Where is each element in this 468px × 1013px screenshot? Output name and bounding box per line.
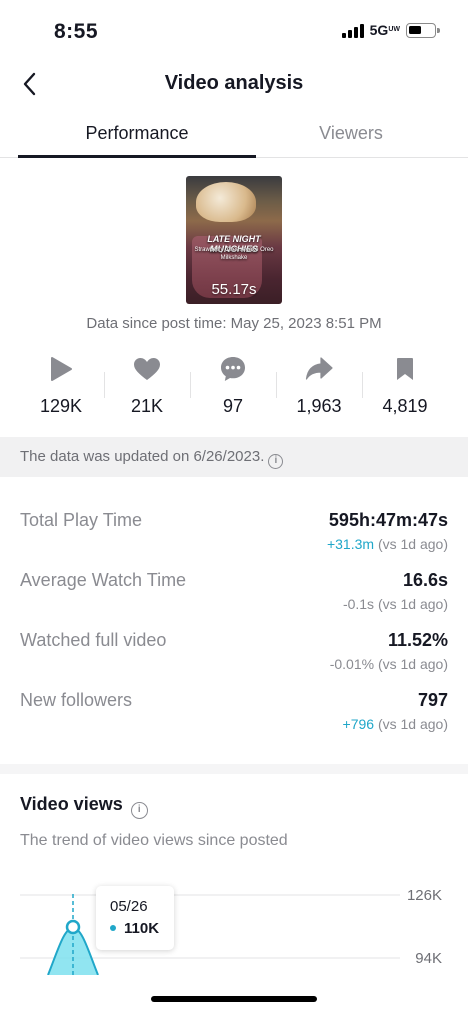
thumbnail-overlay-subtitle: Strawberry Cheesecake Oreo Milkshake bbox=[194, 247, 274, 261]
stat-value: 21K bbox=[130, 396, 164, 416]
comment-icon bbox=[221, 357, 245, 381]
stat-likes: 21K bbox=[104, 354, 190, 417]
metric-label: Total Play Time bbox=[20, 510, 143, 530]
stat-value: 1,963 bbox=[296, 396, 342, 416]
metric-row-total-play-time: Total Play Time 595h:47m:47s +31.3m (vs … bbox=[0, 510, 468, 560]
stat-value: 4,819 bbox=[382, 396, 428, 416]
metric-row-average-watch-time: Average Watch Time 16.6s -0.1s (vs 1d ag… bbox=[0, 570, 468, 620]
signal-icon bbox=[341, 23, 364, 38]
metric-row-watched-full-video: Watched full video 11.52% -0.01% (vs 1d … bbox=[0, 630, 468, 680]
section-divider bbox=[0, 764, 468, 774]
network-label: 5GUW bbox=[369, 22, 400, 38]
data-point bbox=[65, 919, 81, 935]
stat-value: 129K bbox=[39, 396, 83, 416]
active-tab-indicator bbox=[18, 155, 256, 158]
tooltip-value: 110K bbox=[110, 920, 159, 937]
video-views-chart[interactable]: 126K 94K bbox=[0, 870, 468, 975]
tooltip-date: 05/26 bbox=[110, 898, 148, 915]
tab-bar: Performance Viewers bbox=[0, 112, 468, 158]
engagement-stats: 129K 21K 97 1,963 4,819 bbox=[0, 354, 468, 424]
status-indicators: 5GUW bbox=[341, 22, 440, 38]
metric-label: New followers bbox=[20, 690, 133, 710]
series-dot bbox=[110, 925, 116, 931]
metric-label: Watched full video bbox=[20, 630, 167, 650]
nav-bar: Video analysis bbox=[0, 62, 468, 106]
video-views-title: Video views i bbox=[20, 794, 148, 819]
stat-bookmarks: 4,819 bbox=[362, 354, 448, 417]
y-tick-label: 126K bbox=[407, 887, 442, 904]
metric-value: 16.6s bbox=[402, 570, 448, 590]
share-icon bbox=[305, 357, 333, 380]
stat-value: 97 bbox=[222, 396, 244, 416]
page-title: Video analysis bbox=[164, 72, 304, 94]
info-icon[interactable]: i bbox=[268, 454, 284, 469]
metric-delta: +31.3m (vs 1d ago) bbox=[326, 536, 448, 552]
metric-value: 595h:47m:47s bbox=[328, 510, 448, 530]
info-icon[interactable]: i bbox=[130, 802, 148, 819]
metric-value: 797 bbox=[417, 690, 448, 710]
thumbnail-image-topping bbox=[196, 182, 256, 222]
bookmark-icon bbox=[397, 358, 413, 380]
tab-performance[interactable]: Performance bbox=[18, 112, 256, 158]
status-bar: 8:55 5GUW bbox=[0, 0, 468, 60]
tab-viewers[interactable]: Viewers bbox=[234, 112, 468, 158]
metric-delta: +796 (vs 1d ago) bbox=[342, 716, 448, 732]
stat-plays: 129K bbox=[18, 354, 104, 417]
stat-comments: 97 bbox=[190, 354, 276, 417]
home-indicator[interactable] bbox=[151, 996, 317, 1002]
metric-row-new-followers: New followers 797 +796 (vs 1d ago) bbox=[0, 690, 468, 740]
data-since-text: Data since post time: May 25, 2023 8:51 … bbox=[86, 315, 382, 332]
video-views-subtitle: The trend of video views since posted bbox=[20, 832, 288, 849]
stat-shares: 1,963 bbox=[276, 354, 362, 417]
metric-delta: -0.1s (vs 1d ago) bbox=[342, 596, 448, 612]
heart-icon bbox=[134, 358, 160, 380]
y-tick-label: 94K bbox=[415, 950, 442, 967]
update-notice: The data was updated on 6/26/2023. i bbox=[20, 448, 284, 469]
play-icon bbox=[51, 357, 72, 381]
metric-value: 11.52% bbox=[387, 630, 448, 650]
metric-delta: -0.01% (vs 1d ago) bbox=[329, 656, 448, 672]
metric-label: Average Watch Time bbox=[20, 570, 187, 590]
chart-tooltip: 05/26 110K bbox=[96, 886, 174, 950]
update-notice-bar: The data was updated on 6/26/2023. i bbox=[0, 437, 468, 477]
status-time: 8:55 bbox=[54, 20, 99, 43]
video-thumbnail[interactable]: LATE NIGHT MUNCHIES Strawberry Cheesecak… bbox=[186, 176, 282, 304]
video-duration: 55.17s bbox=[211, 281, 257, 298]
battery-icon bbox=[406, 22, 440, 38]
